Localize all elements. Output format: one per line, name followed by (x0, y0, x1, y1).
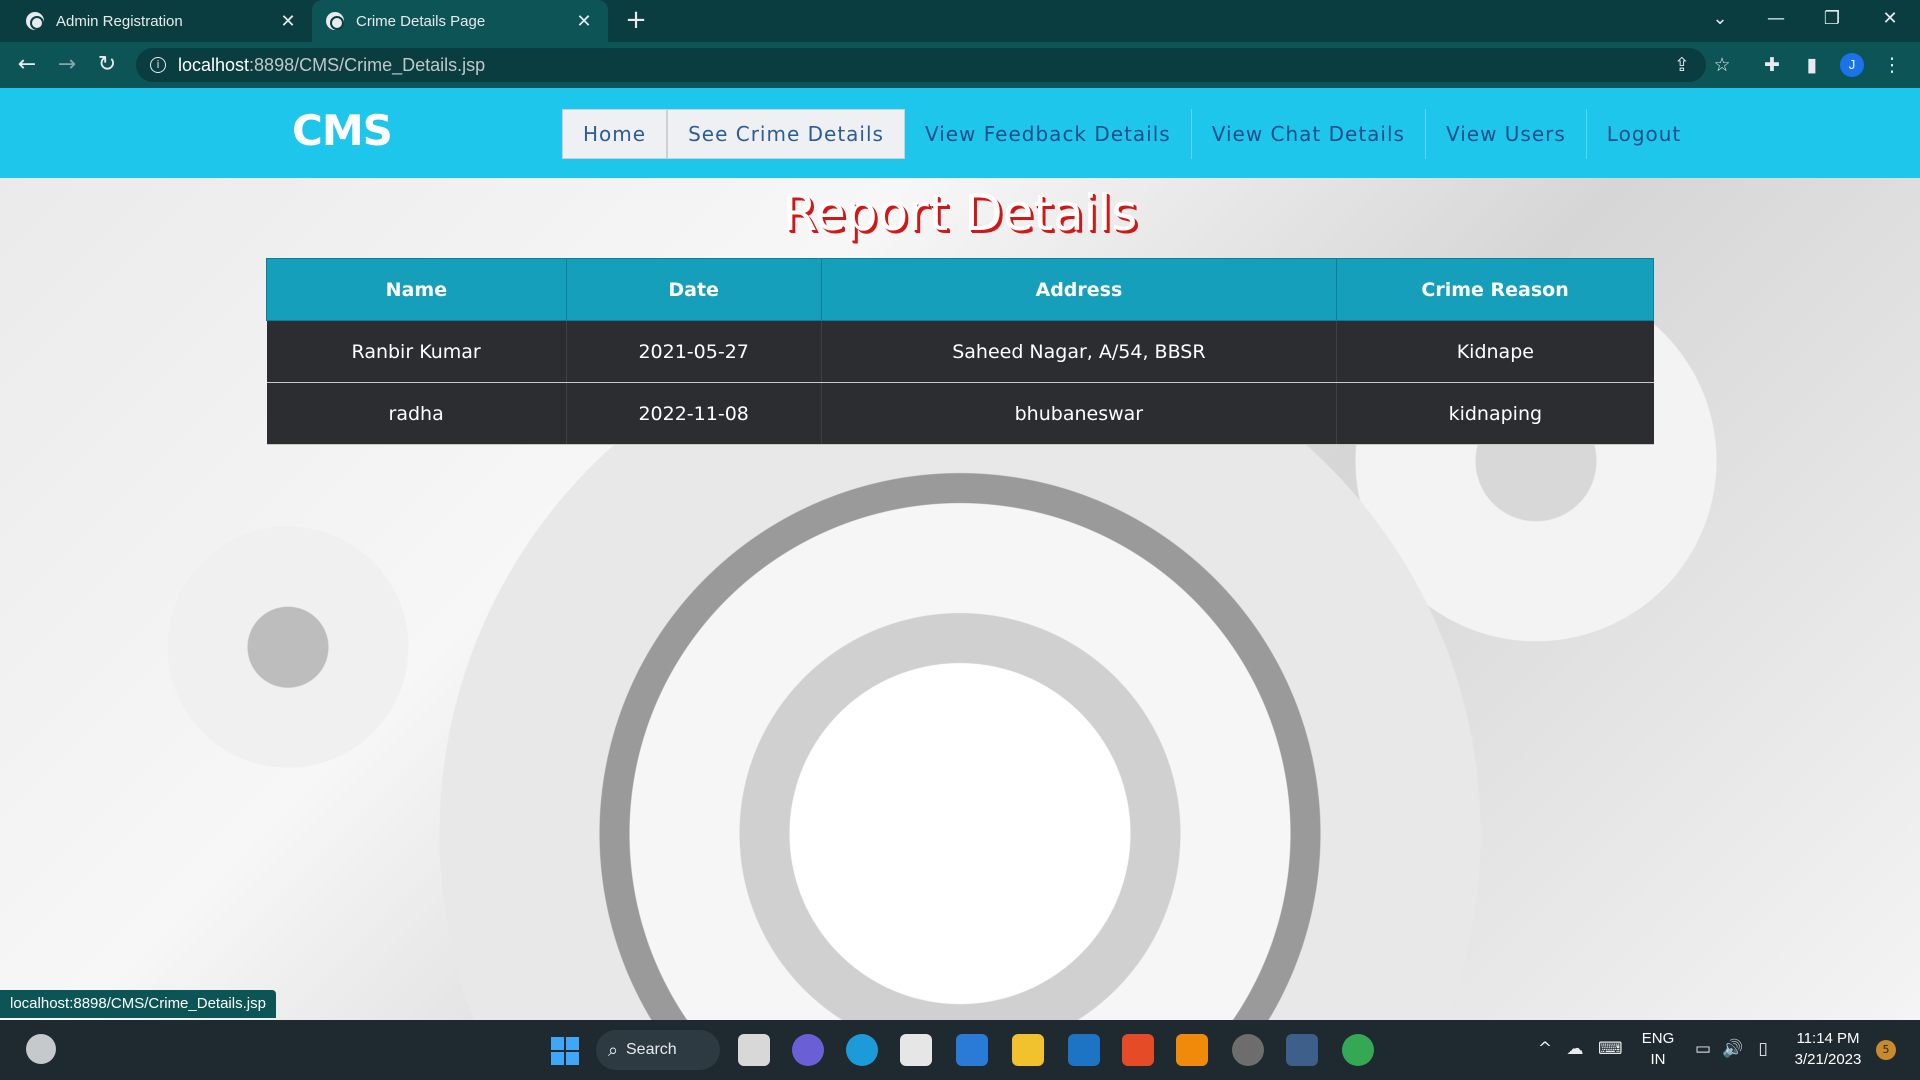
settings-icon[interactable] (1232, 1034, 1264, 1066)
window-close-icon[interactable]: ✕ (1862, 0, 1918, 38)
taskbar: Search ^ ☁ ⌨ ENG IN ▭ 🔊 ▯ 11:14 PM 3/21/… (0, 1020, 1920, 1080)
nav-menu: Home See Crime Details View Feedback Det… (562, 109, 1701, 159)
back-icon[interactable]: ← (12, 50, 42, 80)
restore-icon[interactable]: ❐ (1804, 0, 1860, 38)
info-icon[interactable]: i (150, 57, 166, 73)
page-viewport: CMS Home See Crime Details View Feedback… (0, 88, 1920, 1020)
windows-start-icon[interactable] (551, 1037, 579, 1065)
cell-name: radha (266, 382, 567, 445)
task-view-icon[interactable] (738, 1034, 770, 1066)
tab-crime-details[interactable]: Crime Details Page ✕ (312, 0, 608, 42)
nav-view-users[interactable]: View Users (1426, 109, 1587, 159)
tab-strip: Admin Registration ✕ Crime Details Page … (0, 0, 1920, 42)
page-title: Report Details (782, 184, 1138, 242)
report-table: Name Date Address Crime Reason Ranbir Ku… (266, 258, 1654, 445)
nav-view-chat-details[interactable]: View Chat Details (1192, 109, 1426, 159)
sidepanel-icon[interactable]: ▮ (1798, 51, 1826, 79)
cell-date: 2021-05-27 (566, 320, 822, 383)
chrome-icon[interactable] (1342, 1034, 1374, 1066)
volume-icon[interactable]: 🔊 (1722, 1038, 1744, 1060)
clock-time[interactable]: 11:14 PM (1790, 1030, 1866, 1047)
menu-icon[interactable]: ⋮ (1878, 51, 1906, 79)
mail-icon[interactable] (956, 1034, 988, 1066)
region-indicator[interactable]: IN (1638, 1051, 1678, 1068)
tab-admin-registration[interactable]: Admin Registration ✕ (12, 0, 312, 42)
chevron-up-icon[interactable]: ^ (1534, 1038, 1556, 1060)
clock-date[interactable]: 3/21/2023 (1790, 1051, 1866, 1068)
column-header-crime-reason: Crime Reason (1336, 258, 1654, 321)
nav-logout[interactable]: Logout (1587, 109, 1701, 159)
close-icon[interactable]: ✕ (278, 11, 298, 32)
taskbar-search-button[interactable]: Search (596, 1030, 720, 1070)
globe-icon (326, 12, 344, 30)
store-icon[interactable] (900, 1034, 932, 1066)
close-icon[interactable]: ✕ (574, 11, 594, 32)
network-icon[interactable]: ▭ (1692, 1038, 1714, 1060)
vlc-icon[interactable] (1176, 1034, 1208, 1066)
nav-home[interactable]: Home (562, 109, 668, 159)
table-row: radha 2022-11-08 bhubaneswar kidnaping (266, 382, 1654, 445)
address-bar[interactable]: i localhost:8898/CMS/Crime_Details.jsp (136, 48, 1706, 82)
url-path: :8898/CMS/Crime_Details.jsp (249, 54, 486, 75)
extensions-icon[interactable]: ✚ (1758, 51, 1786, 79)
keyboard-icon[interactable]: ⌨ (1598, 1038, 1623, 1060)
battery-icon[interactable]: ▯ (1752, 1038, 1774, 1060)
star-icon[interactable]: ☆ (1708, 51, 1736, 79)
language-indicator[interactable]: ENG (1638, 1030, 1678, 1047)
share-icon[interactable]: ⇪ (1668, 51, 1696, 79)
cell-crime-reason: kidnaping (1336, 382, 1654, 445)
tab-title: Admin Registration (56, 12, 183, 30)
file-explorer-icon[interactable] (1012, 1034, 1044, 1066)
avatar[interactable]: J (1840, 53, 1864, 77)
forward-icon[interactable]: → (52, 50, 82, 80)
vscode-icon[interactable] (1068, 1034, 1100, 1066)
weather-widget-icon[interactable] (26, 1034, 56, 1064)
column-header-address: Address (820, 258, 1338, 321)
table-header-row: Name Date Address Crime Reason (266, 258, 1654, 321)
url-host: localhost (178, 54, 250, 75)
cell-address: Saheed Nagar, A/54, BBSR (821, 320, 1338, 383)
cell-name: Ranbir Kumar (266, 320, 567, 383)
notification-badge[interactable]: 5 (1876, 1040, 1896, 1060)
cell-address: bhubaneswar (821, 382, 1338, 445)
onedrive-icon[interactable]: ☁ (1564, 1038, 1586, 1060)
globe-icon (26, 12, 44, 30)
browser-toolbar: ← → ↻ i localhost:8898/CMS/Crime_Details… (0, 42, 1920, 88)
brave-icon[interactable] (1122, 1034, 1154, 1066)
edge-icon[interactable] (846, 1034, 878, 1066)
column-header-date: Date (565, 258, 822, 321)
reload-icon[interactable]: ↻ (92, 50, 122, 80)
status-url-bubble: localhost:8898/CMS/Crime_Details.jsp (0, 990, 276, 1018)
column-header-name: Name (266, 258, 567, 321)
table-row: Ranbir Kumar 2021-05-27 Saheed Nagar, A/… (266, 320, 1654, 383)
tab-title: Crime Details Page (356, 12, 486, 30)
new-tab-icon[interactable]: + (622, 6, 650, 34)
brand-logo[interactable]: CMS (292, 106, 393, 155)
app-icon[interactable] (1286, 1034, 1318, 1066)
nav-view-feedback-details[interactable]: View Feedback Details (905, 109, 1192, 159)
minimize-icon[interactable]: — (1748, 0, 1804, 38)
site-navbar: CMS Home See Crime Details View Feedback… (0, 88, 1920, 178)
cell-crime-reason: Kidnape (1336, 320, 1654, 383)
teams-chat-icon[interactable] (792, 1034, 824, 1066)
nav-see-crime-details[interactable]: See Crime Details (667, 109, 905, 159)
cell-date: 2022-11-08 (566, 382, 822, 445)
tab-search-icon[interactable]: ⌄ (1692, 0, 1748, 38)
